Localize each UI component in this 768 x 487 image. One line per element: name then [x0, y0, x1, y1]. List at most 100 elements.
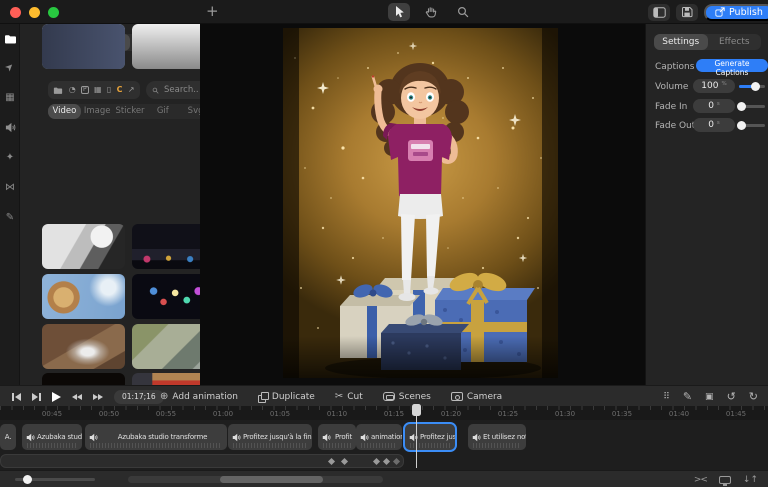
- audio-clip[interactable]: Profitez jusqu'à la fin: [228, 424, 312, 450]
- filter-image[interactable]: Image: [81, 104, 114, 119]
- video-stage[interactable]: [283, 28, 558, 378]
- stage-floor-shadow: [283, 336, 558, 378]
- fade-in-slider[interactable]: [737, 102, 765, 111]
- filter-gif[interactable]: Gif: [146, 104, 179, 119]
- video-thumbnail[interactable]: [42, 24, 125, 69]
- fade-in-value-field[interactable]: 0 s: [693, 99, 735, 113]
- redo-icon[interactable]: ↻: [749, 390, 758, 403]
- preview-canvas[interactable]: [200, 24, 645, 385]
- minimize-window-button[interactable]: [29, 7, 40, 18]
- pencil-marker-icon[interactable]: ✎: [683, 390, 692, 403]
- save-button[interactable]: [676, 3, 698, 21]
- fast-forward-button[interactable]: [93, 393, 103, 400]
- fade-in-slider-knob[interactable]: [737, 102, 746, 111]
- templates-nav-grid-icon[interactable]: ▦: [0, 92, 20, 103]
- publish-button[interactable]: Publish: [704, 3, 768, 21]
- fade-out-value-field[interactable]: 0 s: [693, 118, 735, 132]
- play-button[interactable]: [52, 391, 61, 402]
- video-thumbnail[interactable]: [132, 24, 200, 69]
- audio-clip[interactable]: Azubaka stud: [22, 424, 82, 450]
- clip-label: Profitez jus: [420, 433, 455, 441]
- audio-nav-speaker-icon[interactable]: [0, 122, 20, 133]
- video-thumbnail[interactable]: [42, 324, 125, 369]
- audio-clip[interactable]: Profit: [318, 424, 356, 450]
- hand-tool-button[interactable]: [420, 3, 442, 21]
- brand-library-icon[interactable]: C: [117, 86, 123, 94]
- fade-in-value: 0: [708, 101, 714, 111]
- hand-icon: [425, 7, 437, 18]
- tab-effects[interactable]: Effects: [708, 34, 762, 50]
- scenes-button[interactable]: Scenes: [382, 392, 431, 402]
- video-thumbnail[interactable]: [132, 324, 200, 369]
- zoom-slider-knob[interactable]: [23, 475, 32, 484]
- keyframe-diamond-icon[interactable]: [327, 457, 336, 466]
- characters-nav-pencil-icon[interactable]: ✎: [0, 212, 20, 223]
- volume-value-field[interactable]: 100 %: [693, 79, 735, 93]
- duplicate-button[interactable]: Duplicate: [257, 391, 315, 403]
- history-icon[interactable]: ◔: [69, 86, 76, 94]
- keyframe-diamond-icon[interactable]: [340, 457, 349, 466]
- video-thumbnail[interactable]: [42, 274, 125, 319]
- animation-track[interactable]: [0, 454, 404, 468]
- camera-button[interactable]: Camera: [450, 391, 503, 402]
- close-window-button[interactable]: [10, 7, 21, 18]
- video-thumbnail[interactable]: [132, 224, 200, 269]
- cut-button[interactable]: ✂ Cut: [335, 391, 363, 402]
- clip-label: Profit: [334, 433, 353, 441]
- ruler-label: 01:05: [269, 410, 291, 418]
- marker-icon[interactable]: [392, 457, 401, 466]
- video-thumbnail[interactable]: [42, 224, 125, 269]
- audio-clip[interactable]: A.: [0, 424, 16, 450]
- audio-clip[interactable]: Azubaka studio transforme: [85, 424, 227, 450]
- audio-clip[interactable]: Et utilisez not: [468, 424, 526, 450]
- playhead-handle[interactable]: [412, 404, 421, 416]
- add-scene-button[interactable]: +: [206, 2, 219, 20]
- effects-nav-sparkles-icon[interactable]: ✦: [0, 152, 20, 163]
- keyframe-diamond-icon[interactable]: [372, 457, 381, 466]
- filter-svg[interactable]: Svg: [179, 104, 200, 119]
- keyframe-diamond-icon[interactable]: [382, 457, 391, 466]
- media-nav-folder-icon[interactable]: [0, 33, 20, 45]
- rewind-button[interactable]: [72, 393, 82, 400]
- add-animation-button[interactable]: ⊕ Add animation: [160, 391, 238, 402]
- generate-captions-button[interactable]: Generate Captions: [696, 59, 768, 77]
- folder-icon[interactable]: [53, 86, 63, 95]
- panel-toggle-button[interactable]: [648, 3, 670, 21]
- pixabay-icon[interactable]: P: [81, 86, 89, 94]
- previous-scene-button[interactable]: [12, 392, 21, 401]
- volume-slider[interactable]: [739, 82, 765, 91]
- transitions-nav-icon[interactable]: ⋈: [0, 182, 20, 193]
- video-thumbnail[interactable]: [132, 373, 200, 385]
- scrollbar-thumb[interactable]: [220, 476, 323, 483]
- video-thumbnail[interactable]: [132, 274, 200, 319]
- fade-out-slider[interactable]: [737, 121, 765, 130]
- next-scene-button[interactable]: [32, 392, 41, 401]
- fade-out-slider-knob[interactable]: [737, 121, 746, 130]
- tab-settings[interactable]: Settings: [654, 34, 708, 50]
- timeline-zoom-slider[interactable]: [15, 475, 95, 484]
- track-layout-icon[interactable]: ⠿: [663, 392, 670, 402]
- filter-sticker[interactable]: Sticker: [114, 104, 147, 119]
- timeline-scrollbar[interactable]: [128, 476, 383, 483]
- audio-clip[interactable]: animation: [356, 424, 402, 450]
- keyframe-panel-icon[interactable]: ▣: [705, 392, 714, 402]
- zoom-tool-button[interactable]: [452, 3, 474, 21]
- undo-icon[interactable]: ↺: [727, 390, 736, 403]
- playhead[interactable]: [412, 404, 421, 468]
- video-thumbnail[interactable]: [42, 373, 125, 385]
- animations-nav-rocket-icon[interactable]: ➤: [0, 57, 21, 79]
- sort-tracks-icon[interactable]: ↓↑: [743, 475, 758, 485]
- select-tool-button[interactable]: [388, 3, 410, 21]
- search-input[interactable]: [162, 84, 200, 96]
- maximize-window-button[interactable]: [48, 7, 59, 18]
- timeline-ruler[interactable]: 00:45 00:50 00:55 01:00 01:05 01:10 01:1…: [0, 406, 768, 420]
- preview-monitor-icon[interactable]: [718, 475, 731, 486]
- collapse-tracks-icon[interactable]: ><: [694, 475, 708, 485]
- stock-media-icon[interactable]: ▦: [94, 86, 102, 94]
- camera-label: Camera: [466, 391, 503, 402]
- filter-video[interactable]: Video: [48, 104, 81, 119]
- file-icon[interactable]: ▯: [107, 86, 111, 94]
- volume-slider-knob[interactable]: [750, 82, 760, 91]
- clip-label: A.: [4, 433, 12, 441]
- upload-icon[interactable]: ↗: [128, 86, 135, 94]
